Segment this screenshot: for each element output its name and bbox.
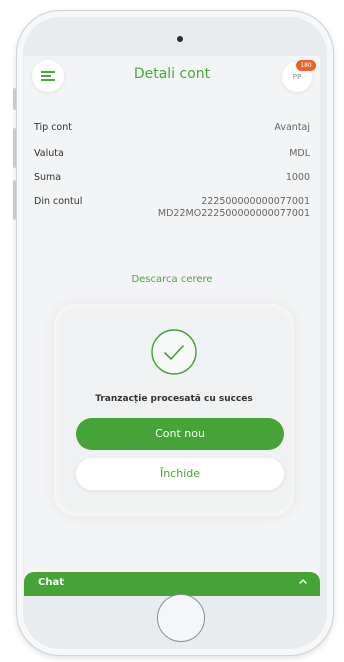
phone-camera [177, 36, 183, 42]
check-circle-icon [151, 329, 197, 375]
account-number: 222500000000077001 [201, 196, 310, 207]
notification-badge: 180 [296, 60, 316, 71]
phone-side-button [13, 128, 16, 168]
detail-value: 222500000000077001 MD22MO222500000000077… [158, 196, 310, 220]
detail-label: Din contul [34, 196, 83, 207]
success-dialog: Tranzacție procesată cu succes Cont nou … [54, 304, 294, 516]
chevron-up-icon[interactable] [296, 574, 310, 588]
chat-label: Chat [38, 577, 64, 588]
close-button[interactable]: Închide [76, 458, 284, 490]
detail-label: Suma [34, 172, 62, 183]
success-message: Tranzacție procesată cu succes [95, 394, 253, 404]
app-screen: Detali cont PP 180 Tip cont Avantaj Valu… [24, 56, 320, 596]
chat-bar[interactable]: Chat [24, 572, 320, 596]
phone-side-button [13, 180, 16, 220]
download-request-link[interactable]: Descarca cerere [24, 274, 320, 285]
detail-value: MDL [289, 148, 310, 159]
new-account-button[interactable]: Cont nou [76, 418, 284, 450]
detail-label: Valuta [34, 148, 64, 159]
phone-side-button [13, 88, 16, 110]
page-title: Detali cont [133, 66, 211, 82]
account-iban: MD22MO222500000000077001 [157, 208, 310, 219]
detail-value: Avantaj [274, 122, 310, 133]
phone-home-button[interactable] [157, 594, 205, 642]
detail-label: Tip cont [34, 122, 72, 133]
avatar-initials: PP [292, 73, 302, 81]
detail-value: 1000 [285, 172, 310, 183]
app-header: Detali cont PP 180 [24, 56, 320, 96]
